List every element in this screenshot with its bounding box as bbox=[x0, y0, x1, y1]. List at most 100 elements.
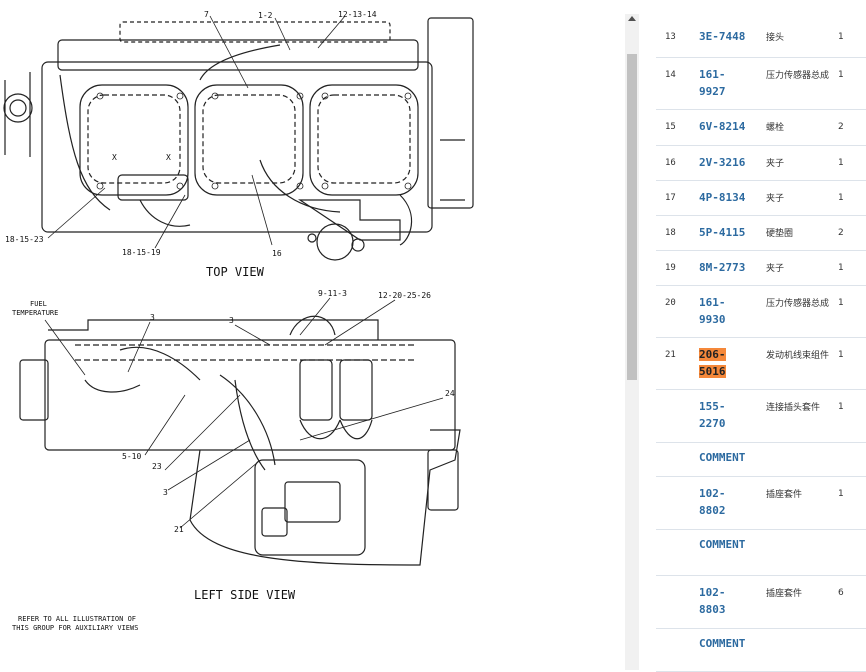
part-row: 16 2V-3216 夹子 1 bbox=[656, 146, 866, 181]
part-name: 硬垫圈 bbox=[766, 229, 794, 239]
item-number: 21 bbox=[665, 350, 676, 360]
item-number: 18 bbox=[665, 228, 676, 238]
engine-block-side bbox=[44, 339, 456, 451]
quantity: 1 bbox=[838, 193, 844, 203]
quantity: 2 bbox=[838, 228, 844, 238]
part-row: 15 6V-8214 螺栓 2 bbox=[656, 110, 866, 146]
part-number-link[interactable]: 102- 8803 bbox=[699, 584, 726, 618]
part-name: 插座套件 bbox=[766, 589, 803, 599]
part-row: 13 3E-7448 接头 1 bbox=[656, 20, 866, 58]
quantity: 1 bbox=[838, 263, 844, 273]
part-number-link[interactable]: 155- 2270 bbox=[699, 398, 726, 432]
part-number-link[interactable]: 5P-4115 bbox=[699, 224, 745, 241]
part-number-line[interactable]: 161- bbox=[699, 296, 726, 309]
callout-3-a: 3 bbox=[150, 313, 155, 322]
callout-16: 16 bbox=[272, 249, 282, 258]
part-number-link[interactable]: 161- 9927 bbox=[699, 66, 726, 100]
note-line-1: REFER TO ALL ILLUSTRATION OF bbox=[18, 615, 136, 623]
top-view-title: TOP VIEW bbox=[206, 265, 265, 279]
part-number-line[interactable]: 9927 bbox=[699, 85, 726, 98]
callout-9-11-3: 9-11-3 bbox=[318, 289, 347, 298]
part-number-line[interactable]: 8M-2773 bbox=[699, 261, 745, 274]
part-number-line[interactable]: 4P-8134 bbox=[699, 191, 745, 204]
callout-1-2: 1-2 bbox=[258, 11, 273, 20]
part-number-line[interactable]: 5P-4115 bbox=[699, 226, 745, 239]
callout-21: 21 bbox=[174, 525, 184, 534]
part-number-link[interactable]: 3E-7448 bbox=[699, 28, 745, 45]
quantity: 1 bbox=[838, 489, 844, 499]
item-number: 14 bbox=[665, 70, 676, 80]
parts-list: 13 3E-7448 接头 1 14 161- 9927 压力传感器总成 1 15 6V-8214 螺… bbox=[656, 20, 866, 672]
quantity: 1 bbox=[838, 298, 844, 308]
part-name: 压力传感器总成 bbox=[766, 71, 830, 81]
callout-18-15-23: 18-15-23 bbox=[5, 235, 44, 244]
cylinder-3 bbox=[309, 84, 419, 196]
part-number-link[interactable]: 206- 5016 bbox=[699, 346, 726, 380]
part-row: 18 5P-4115 硬垫圈 2 bbox=[656, 216, 866, 251]
part-number-line[interactable]: 206- bbox=[699, 348, 726, 361]
part-number-link[interactable]: 4P-8134 bbox=[699, 189, 745, 206]
fuel-label: FUEL bbox=[30, 300, 47, 308]
callout-24: 24 bbox=[445, 389, 455, 398]
part-row: 102- 8802 插座套件 1 bbox=[656, 477, 866, 530]
callout-12-20-25-26: 12-20-25-26 bbox=[378, 291, 431, 300]
part-number-link[interactable]: 161- 9930 bbox=[699, 294, 726, 328]
part-name: 夹子 bbox=[766, 264, 785, 274]
part-number-line[interactable]: 102- bbox=[699, 487, 726, 500]
part-name: 夹子 bbox=[766, 194, 785, 204]
comment-row: COMMENT bbox=[656, 629, 866, 672]
callout-3-c: 3 bbox=[163, 488, 168, 497]
note-line-2: THIS GROUP FOR AUXILIARY VIEWS bbox=[12, 624, 138, 632]
comment-link[interactable]: COMMENT bbox=[699, 637, 745, 650]
part-number-link[interactable]: 102- 8802 bbox=[699, 485, 726, 519]
part-row: 20 161- 9930 压力传感器总成 1 bbox=[656, 286, 866, 338]
part-number-line[interactable]: 2V-3216 bbox=[699, 156, 745, 169]
part-number-line[interactable]: 5016 bbox=[699, 365, 726, 378]
quantity: 1 bbox=[838, 158, 844, 168]
callout-5-10: 5-10 bbox=[122, 452, 141, 461]
part-number-line[interactable]: 8802 bbox=[699, 504, 726, 517]
engine-illustration: 7 1-2 12-13-14 18-15-23 18-15-19 16 X X … bbox=[3, 10, 474, 632]
item-number: 16 bbox=[665, 158, 676, 168]
callout-12-13-14: 12-13-14 bbox=[338, 10, 377, 19]
comment-row: COMMENT bbox=[656, 443, 866, 477]
comment-link[interactable]: COMMENT bbox=[699, 538, 745, 551]
part-number-link[interactable]: 8M-2773 bbox=[699, 259, 745, 276]
part-number-link[interactable]: 2V-3216 bbox=[699, 154, 745, 171]
callout-18-15-19: 18-15-19 bbox=[122, 248, 161, 257]
part-number-line[interactable]: 3E-7448 bbox=[699, 30, 745, 43]
part-row: 155- 2270 连接插头套件 1 bbox=[656, 390, 866, 443]
quantity: 6 bbox=[838, 588, 844, 598]
part-number-line[interactable]: 9930 bbox=[699, 313, 726, 326]
part-number-line[interactable]: 8803 bbox=[699, 603, 726, 616]
part-name: 连接插头套件 bbox=[766, 403, 821, 413]
temperature-label: TEMPERATURE bbox=[12, 309, 58, 317]
comment-row: COMMENT bbox=[656, 530, 866, 576]
part-row: 21 206- 5016 发动机线束组件 1 bbox=[656, 338, 866, 390]
part-row: 102- 8803 插座套件 6 bbox=[656, 576, 866, 629]
part-number-line[interactable]: 102- bbox=[699, 586, 726, 599]
part-name: 接头 bbox=[766, 33, 785, 43]
part-name: 插座套件 bbox=[766, 490, 803, 500]
comment-link[interactable]: COMMENT bbox=[699, 451, 745, 464]
scroll-up-arrow-icon[interactable] bbox=[628, 16, 636, 21]
part-number-line[interactable]: 6V-8214 bbox=[699, 120, 745, 133]
callout-x-1: X bbox=[112, 153, 117, 162]
part-number-line[interactable]: 161- bbox=[699, 68, 726, 81]
item-number: 15 bbox=[665, 122, 676, 132]
quantity: 1 bbox=[838, 32, 844, 42]
part-number-line[interactable]: 155- bbox=[699, 400, 726, 413]
part-name: 发动机线束组件 bbox=[766, 351, 830, 361]
quantity: 2 bbox=[838, 122, 844, 132]
part-row: 19 8M-2773 夹子 1 bbox=[656, 251, 866, 286]
scrollbar-thumb[interactable] bbox=[627, 54, 637, 380]
cylinder-1 bbox=[79, 84, 189, 196]
item-number: 20 bbox=[665, 298, 676, 308]
part-row: 17 4P-8134 夹子 1 bbox=[656, 181, 866, 216]
part-number-link[interactable]: 6V-8214 bbox=[699, 118, 745, 135]
part-number-line[interactable]: 2270 bbox=[699, 417, 726, 430]
callout-7: 7 bbox=[204, 10, 209, 19]
cylinder-2 bbox=[194, 84, 304, 196]
callout-3-b: 3 bbox=[229, 316, 234, 325]
quantity: 1 bbox=[838, 70, 844, 80]
